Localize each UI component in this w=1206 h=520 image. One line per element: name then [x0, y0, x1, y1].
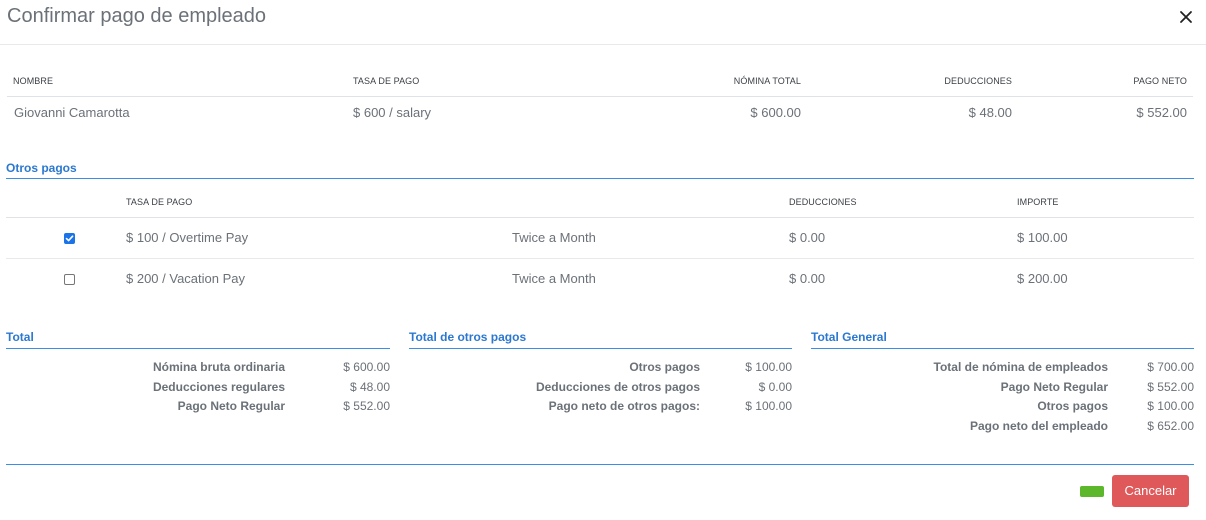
check-icon: [65, 235, 74, 242]
summary-value: $ 100.00: [745, 360, 792, 374]
summary-row: Deducciones de otros pagos $ 0.00: [409, 380, 792, 396]
table-row: Giovanni Camarotta $ 600 / salary $ 600.…: [7, 97, 1193, 131]
list-item: $ 200 / Vacation Pay Twice a Month $ 0.0…: [6, 259, 1194, 299]
other-payments-title: Otros pagos: [6, 161, 77, 175]
summary-row: Pago neto del empleado $ 652.00: [811, 419, 1194, 435]
total-title: Total: [6, 330, 34, 344]
other-payments-header: TASA DE PAGO DEDUCCIONES IMPORTE: [6, 197, 1194, 218]
header-other-rate: TASA DE PAGO: [126, 197, 193, 207]
summary-row: Pago Neto Regular $ 552.00: [811, 380, 1194, 396]
employee-table-header: NOMBRE TASA DE PAGO NÓMINA TOTAL DEDUCCI…: [7, 75, 1193, 97]
other-rate: $ 200 / Vacation Pay: [126, 271, 246, 286]
summary-label: Pago neto del empleado: [969, 419, 1108, 433]
summary-value: $ 652.00: [1147, 419, 1194, 433]
summary-label: Deducciones regulares: [152, 380, 285, 394]
grand-total-title: Total General: [811, 330, 887, 344]
other-total-title: Total de otros pagos: [409, 330, 527, 344]
dialog-title: Confirmar pago de empleado: [7, 5, 267, 27]
dialog-header: Confirmar pago de empleado: [0, 0, 1206, 45]
other-amount: $ 200.00: [1017, 271, 1068, 286]
summary-label: Nómina bruta ordinaria: [152, 360, 285, 374]
summary-label: Pago Neto Regular: [177, 399, 285, 413]
summary-row: Total de nómina de empleados $ 700.00: [811, 360, 1194, 376]
header-other-amount: IMPORTE: [1017, 197, 1059, 207]
divider: [6, 348, 390, 349]
other-amount: $ 100.00: [1017, 230, 1068, 245]
summary-value: $ 552.00: [1147, 380, 1194, 394]
other-frequency: Twice a Month: [512, 271, 596, 286]
overtime-checkbox[interactable]: [64, 233, 75, 244]
close-button[interactable]: [1176, 7, 1196, 27]
other-rate: $ 100 / Overtime Pay: [126, 230, 249, 245]
summary-row: Otros pagos $ 100.00: [811, 399, 1194, 415]
header-other-deductions: DEDUCCIONES: [789, 197, 857, 207]
confirm-button[interactable]: [1080, 486, 1104, 497]
header-rate: TASA DE PAGO: [353, 76, 420, 86]
employee-rate: $ 600 / salary: [353, 105, 432, 120]
header-name: NOMBRE: [13, 76, 54, 86]
summary-value: $ 100.00: [745, 399, 792, 413]
summary-value: $ 0.00: [758, 380, 792, 394]
summary-label: Deducciones de otros pagos: [535, 380, 700, 394]
summary-row: Pago Neto Regular $ 552.00: [6, 399, 390, 415]
summary-label: Total de nómina de empleados: [933, 360, 1108, 374]
summary-label: Otros pagos: [629, 360, 700, 374]
cancel-button[interactable]: Cancelar: [1112, 475, 1189, 507]
other-deductions: $ 0.00: [789, 230, 826, 245]
header-gross: NÓMINA TOTAL: [733, 76, 801, 86]
divider: [6, 178, 1194, 179]
summary-row: Deducciones regulares $ 48.00: [6, 380, 390, 396]
summary-row: Nómina bruta ordinaria $ 600.00: [6, 360, 390, 376]
summary-row: Pago neto de otros pagos: $ 100.00: [409, 399, 792, 415]
summary-value: $ 552.00: [343, 399, 390, 413]
summary-row: Otros pagos $ 100.00: [409, 360, 792, 376]
list-item: $ 100 / Overtime Pay Twice a Month $ 0.0…: [6, 218, 1194, 259]
header-deductions: DEDUCCIONES: [944, 76, 1012, 86]
summary-value: $ 48.00: [349, 380, 390, 394]
divider: [811, 348, 1194, 349]
other-deductions: $ 0.00: [789, 271, 826, 286]
close-icon: [1180, 11, 1192, 23]
summary-label: Pago neto de otros pagos:: [548, 399, 700, 413]
other-frequency: Twice a Month: [512, 230, 596, 245]
divider: [409, 348, 792, 349]
summary-label: Otros pagos: [1037, 399, 1108, 413]
employee-name: Giovanni Camarotta: [14, 105, 130, 120]
vacation-checkbox[interactable]: [64, 274, 75, 285]
employee-gross: $ 600.00: [750, 105, 801, 120]
summary-value: $ 100.00: [1147, 399, 1194, 413]
employee-deductions: $ 48.00: [968, 105, 1012, 120]
summary-label: Pago Neto Regular: [1000, 380, 1108, 394]
summary-value: $ 600.00: [343, 360, 390, 374]
header-net: PAGO NETO: [1133, 76, 1187, 86]
footer-divider: [6, 464, 1194, 465]
summary-value: $ 700.00: [1147, 360, 1194, 374]
employee-net: $ 552.00: [1136, 105, 1187, 120]
